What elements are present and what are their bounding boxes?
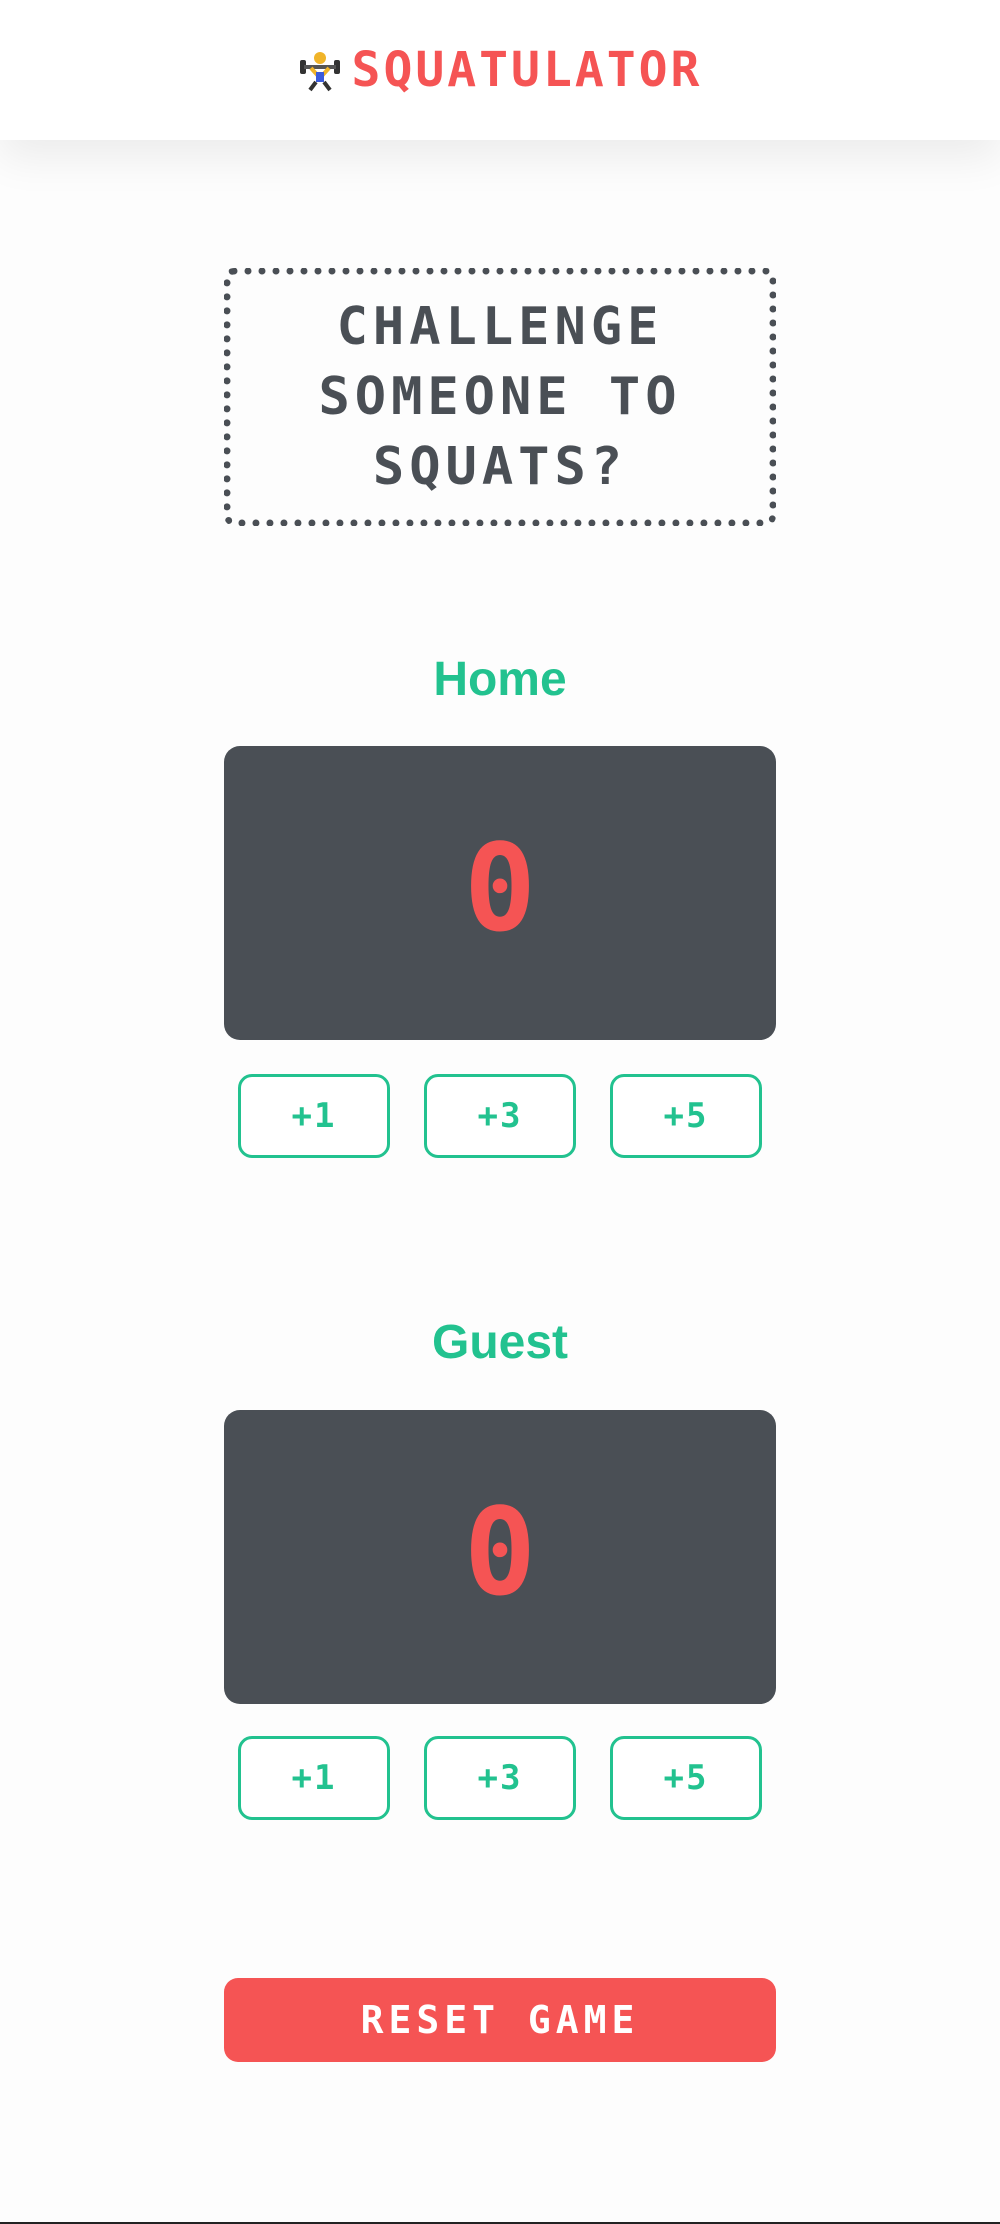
home-add-3-button[interactable]: +3 bbox=[424, 1074, 576, 1158]
home-score: 0 bbox=[464, 838, 536, 948]
app-header: SQUATULATOR bbox=[0, 0, 1000, 140]
guest-button-row: +1 +3 +5 bbox=[224, 1736, 776, 1820]
svg-text:0: 0 bbox=[464, 838, 536, 948]
reset-game-button[interactable]: RESET GAME bbox=[224, 1978, 776, 2062]
challenge-box: CHALLENGE SOMEONE TO SQUATS? bbox=[224, 268, 776, 526]
home-title: Home bbox=[433, 653, 567, 706]
app-title: SQUATULATOR bbox=[351, 42, 703, 98]
home-add-1-button[interactable]: +1 bbox=[238, 1074, 390, 1158]
guest-score: 0 bbox=[464, 1502, 536, 1612]
guest-scoreboard: 0 bbox=[224, 1410, 776, 1704]
home-add-5-button[interactable]: +5 bbox=[610, 1074, 762, 1158]
guest-add-1-button[interactable]: +1 bbox=[238, 1736, 390, 1820]
guest-add-3-button[interactable]: +3 bbox=[424, 1736, 576, 1820]
svg-text:0: 0 bbox=[464, 1502, 536, 1612]
challenge-text: CHALLENGE SOMEONE TO SQUATS? bbox=[318, 297, 682, 497]
guest-title: Guest bbox=[431, 1316, 569, 1369]
brand: SQUATULATOR bbox=[298, 42, 703, 98]
home-button-row: +1 +3 +5 bbox=[224, 1074, 776, 1158]
weightlifter-icon bbox=[299, 52, 340, 92]
guest-add-5-button[interactable]: +5 bbox=[610, 1736, 762, 1820]
home-scoreboard: 0 bbox=[224, 746, 776, 1040]
